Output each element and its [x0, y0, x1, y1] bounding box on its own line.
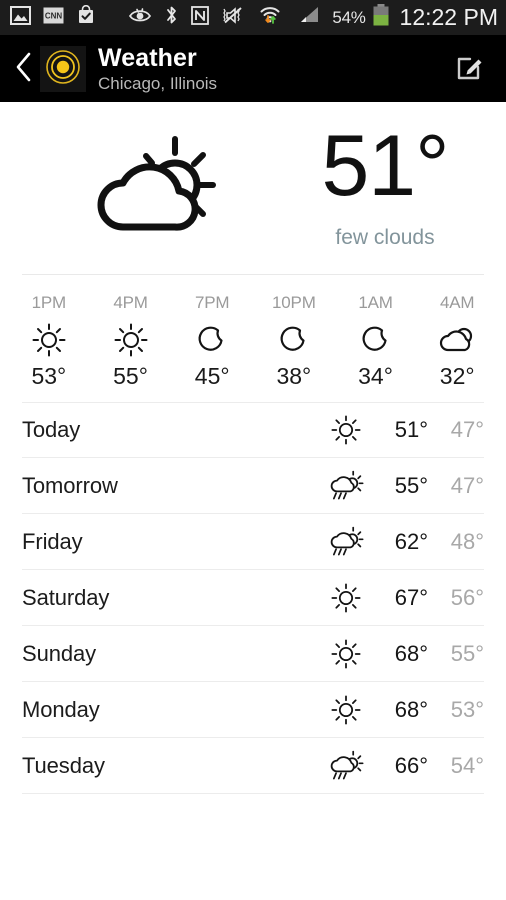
hourly-temp: 32° — [439, 363, 475, 389]
daily-day-label: Tomorrow — [22, 472, 118, 498]
daily-low-temp: 56° — [450, 584, 484, 610]
hourly-temp: 34° — [358, 363, 393, 389]
status-bar-clock: 12:22 PM — [399, 4, 498, 30]
daily-row[interactable]: Tomorrow 55° 47° — [22, 458, 484, 514]
hourly-item[interactable]: 4AM 32° — [416, 293, 498, 390]
vibrate-mute-icon — [222, 6, 246, 30]
hourly-time: 1AM — [358, 293, 393, 312]
daily-day-label: Tuesday — [22, 752, 105, 778]
svg-text:CNN: CNN — [45, 11, 63, 20]
action-bar: Weather Chicago, Illinois — [0, 36, 506, 102]
current-condition-icon-wrap — [0, 133, 290, 244]
battery-percent-label: 54% — [332, 7, 366, 27]
hourly-time: 10PM — [272, 293, 316, 312]
moon-icon — [279, 321, 309, 359]
daily-day-label: Sunday — [22, 640, 97, 666]
daily-high-temp: 51° — [394, 417, 428, 442]
weather-app-icon — [40, 46, 86, 92]
cnn-news-icon: CNN — [43, 6, 64, 30]
daily-high-temp: 68° — [394, 696, 428, 722]
sun-icon — [318, 582, 374, 613]
few-clouds-icon — [87, 133, 217, 244]
hourly-time: 4PM — [113, 293, 148, 312]
current-temperature: 51 ° — [321, 118, 449, 215]
degree-symbol: ° — [415, 118, 449, 215]
daily-row[interactable]: Monday 68° 53° — [22, 682, 484, 738]
daily-row[interactable]: Sunday 68° 55° — [22, 626, 484, 682]
daily-row[interactable]: Friday 62° 48° — [22, 514, 484, 570]
location-subtitle: Chicago, Illinois — [98, 74, 218, 94]
back-button[interactable] — [6, 47, 40, 91]
hourly-item[interactable]: 7PM 45° — [171, 293, 253, 390]
daily-forecast-list: Today 51° 47° Tomorrow 55° 47° Friday 62… — [0, 402, 506, 794]
daily-day-label: Friday — [22, 528, 83, 554]
daily-row[interactable]: Today 51° 47° — [22, 402, 484, 458]
sun-icon — [32, 321, 66, 359]
hourly-temp: 38° — [276, 363, 312, 389]
moon-icon — [361, 321, 391, 359]
hourly-time: 4AM — [440, 293, 475, 312]
cellular-signal-icon — [298, 6, 320, 29]
hourly-time: 1PM — [31, 293, 67, 312]
daily-low-temp: 48° — [450, 528, 484, 554]
back-chevron-icon — [14, 51, 33, 88]
sun-icon — [114, 321, 148, 359]
hourly-item[interactable]: 10PM 38° — [253, 293, 335, 390]
sun-icon — [318, 415, 374, 445]
hourly-temp: 53° — [31, 363, 67, 389]
cloud-moon-icon — [437, 321, 477, 359]
edit-compose-icon — [453, 50, 487, 89]
daily-low-temp: 54° — [450, 752, 484, 778]
current-temperature-value: 51 — [321, 118, 416, 215]
daily-low-temp: 53° — [450, 696, 484, 722]
hourly-item[interactable]: 1AM 34° — [335, 293, 417, 390]
wifi-data-transfer-icon — [259, 5, 285, 30]
hourly-temp: 45° — [194, 363, 230, 389]
daily-low-temp: 47° — [450, 472, 484, 498]
hourly-item[interactable]: 1PM 53° — [8, 293, 90, 390]
bluetooth-icon — [165, 5, 178, 30]
status-bar: CNN 54% 12:22 PM — [0, 0, 506, 36]
current-conditions: 51 ° few clouds — [0, 102, 506, 274]
edit-button[interactable] — [448, 47, 492, 91]
daily-high-temp: 67° — [394, 584, 428, 610]
hourly-forecast: 1PM 53° 4PM 55° 7PM 45° 10PM 38° 1AM 34°… — [0, 275, 506, 402]
hourly-time: 7PM — [195, 293, 230, 312]
hourly-temp: 55° — [113, 363, 148, 389]
moon-icon — [197, 321, 227, 359]
rain-sun-icon — [318, 526, 374, 558]
daily-low-temp: 47° — [450, 417, 484, 442]
rain-sun-icon — [318, 750, 374, 782]
current-temp-block: 51 ° few clouds — [290, 118, 480, 250]
gallery-image-icon — [10, 5, 31, 30]
nfc-icon — [191, 5, 209, 30]
daily-high-temp: 62° — [394, 528, 428, 554]
status-bar-notification-icons: CNN — [10, 4, 96, 30]
current-description: few clouds — [335, 225, 435, 249]
status-bar-battery-clock: 54% 12:22 PM — [332, 4, 498, 31]
hourly-item[interactable]: 4PM 55° — [90, 293, 172, 390]
weather-sun-rings-icon — [44, 48, 82, 91]
daily-row[interactable]: Tuesday 66° 54° — [22, 738, 484, 794]
daily-high-temp: 55° — [394, 472, 428, 498]
daily-low-temp: 55° — [450, 640, 484, 666]
daily-day-label: Monday — [22, 696, 100, 722]
sun-icon — [318, 638, 374, 669]
daily-high-temp: 68° — [394, 640, 428, 666]
smart-stay-eye-icon — [128, 7, 152, 28]
daily-day-label: Today — [22, 417, 81, 442]
shopping-bag-check-icon — [76, 4, 96, 30]
daily-day-label: Saturday — [22, 584, 110, 610]
status-bar-system-icons — [128, 5, 320, 30]
daily-high-temp: 66° — [394, 752, 428, 778]
daily-row[interactable]: Saturday 67° 56° — [22, 570, 484, 626]
sun-icon — [318, 694, 374, 725]
action-bar-titles: Weather Chicago, Illinois — [98, 44, 217, 93]
page-title: Weather — [98, 44, 197, 73]
battery-icon — [372, 4, 390, 31]
rain-sun-icon — [318, 470, 374, 502]
